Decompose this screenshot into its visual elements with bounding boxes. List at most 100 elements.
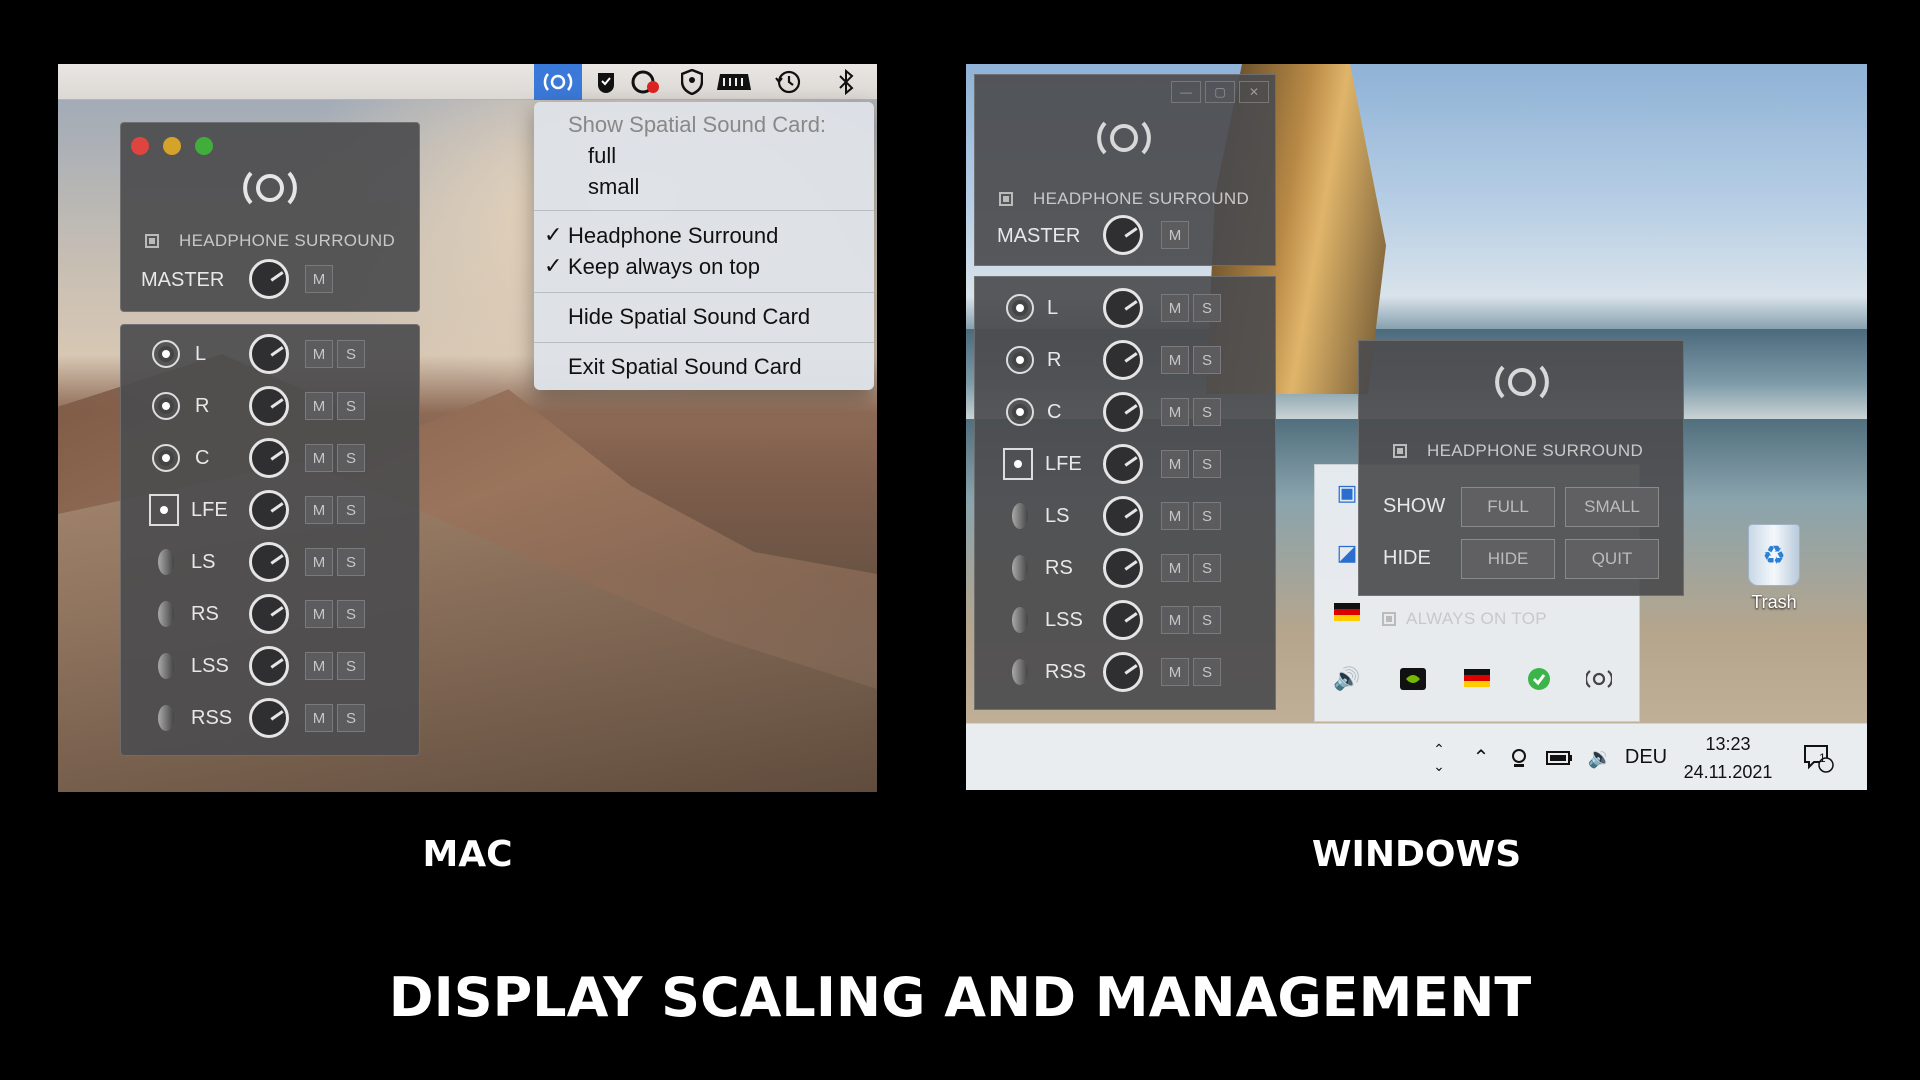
- cloud-badge-icon[interactable]: [622, 64, 670, 100]
- channel-volume-knob[interactable]: [1103, 548, 1143, 588]
- channel-volume-knob[interactable]: [249, 334, 289, 374]
- channel-volume-knob[interactable]: [249, 594, 289, 634]
- channel-solo-button[interactable]: S: [1193, 450, 1221, 478]
- speaker-side-icon: [151, 703, 181, 733]
- nvidia-icon[interactable]: [1399, 665, 1427, 693]
- quit-button[interactable]: QUIT: [1565, 539, 1659, 579]
- spatial-sound-icon[interactable]: [534, 64, 582, 100]
- channel-volume-knob[interactable]: [249, 646, 289, 686]
- channel-mute-button[interactable]: M: [1161, 398, 1189, 426]
- menu-item-full[interactable]: full: [588, 143, 616, 169]
- menu-item-hide[interactable]: Hide Spatial Sound Card: [568, 304, 810, 330]
- headphone-surround-toggle[interactable]: HEADPHONE SURROUND: [1393, 441, 1643, 461]
- master-volume-knob[interactable]: [1103, 215, 1143, 255]
- channel-mute-button[interactable]: M: [305, 652, 333, 680]
- show-hidden-icons-icon[interactable]: ⌃: [1466, 724, 1496, 790]
- channel-solo-button[interactable]: S: [337, 392, 365, 420]
- channel-mute-button[interactable]: M: [1161, 606, 1189, 634]
- clock[interactable]: 13:23 24.11.2021: [1682, 724, 1774, 790]
- channel-solo-button[interactable]: S: [337, 340, 365, 368]
- channel-solo-button[interactable]: S: [1193, 346, 1221, 374]
- channel-mute-button[interactable]: M: [1161, 346, 1189, 374]
- menu-item-headphone-surround[interactable]: Headphone Surround: [568, 223, 778, 249]
- channel-solo-button[interactable]: S: [337, 704, 365, 732]
- channel-volume-knob[interactable]: [1103, 340, 1143, 380]
- amd-flag-icon[interactable]: [1333, 599, 1361, 627]
- webcam-icon[interactable]: [1504, 724, 1534, 790]
- channel-solo-button[interactable]: S: [1193, 554, 1221, 582]
- channel-volume-knob[interactable]: [249, 490, 289, 530]
- volume-tray-icon[interactable]: 🔊: [1333, 665, 1361, 693]
- channel-mute-button[interactable]: M: [1161, 554, 1189, 582]
- channel-solo-button[interactable]: S: [1193, 502, 1221, 530]
- maximize-window-button[interactable]: ▢: [1205, 81, 1235, 103]
- notification-center-icon[interactable]: 1: [1796, 724, 1840, 790]
- channel-mute-button[interactable]: M: [1161, 294, 1189, 322]
- channel-mute-button[interactable]: M: [305, 340, 333, 368]
- channel-mute-button[interactable]: M: [305, 704, 333, 732]
- master-volume-knob[interactable]: [249, 259, 289, 299]
- channel-solo-button[interactable]: S: [337, 444, 365, 472]
- show-full-button[interactable]: FULL: [1461, 487, 1555, 527]
- volume-icon[interactable]: 🔉: [1584, 724, 1616, 790]
- channel-mute-button[interactable]: M: [1161, 658, 1189, 686]
- channel-volume-knob[interactable]: [1103, 652, 1143, 692]
- channel-mute-button[interactable]: M: [305, 444, 333, 472]
- channel-solo-button[interactable]: S: [337, 548, 365, 576]
- headphone-surround-toggle[interactable]: HEADPHONE SURROUND: [999, 189, 1249, 209]
- shield-icon[interactable]: [668, 64, 716, 100]
- channel-mute-button[interactable]: M: [305, 600, 333, 628]
- menu-item-exit[interactable]: Exit Spatial Sound Card: [568, 354, 802, 380]
- close-window-button[interactable]: ✕: [1239, 81, 1269, 103]
- network-app-icon[interactable]: ◪: [1333, 539, 1361, 567]
- channel-solo-button[interactable]: S: [337, 600, 365, 628]
- channel-volume-knob[interactable]: [249, 698, 289, 738]
- channel-mute-button[interactable]: M: [305, 548, 333, 576]
- spatial-sound-logo-icon: [1097, 121, 1151, 155]
- channel-solo-button[interactable]: S: [337, 496, 365, 524]
- master-mute-button[interactable]: M: [1161, 221, 1189, 249]
- maximize-window-button[interactable]: [195, 137, 213, 155]
- channel-volume-knob[interactable]: [249, 386, 289, 426]
- bluetooth-icon[interactable]: [822, 64, 870, 100]
- channel-solo-button[interactable]: S: [1193, 398, 1221, 426]
- headphone-surround-toggle[interactable]: HEADPHONE SURROUND: [145, 231, 395, 251]
- channel-solo-button[interactable]: S: [337, 652, 365, 680]
- input-language[interactable]: DEU: [1624, 724, 1668, 790]
- channel-mute-button[interactable]: M: [305, 392, 333, 420]
- minimize-window-button[interactable]: —: [1171, 81, 1201, 103]
- always-on-top-toggle[interactable]: ALWAYS ON TOP: [1382, 609, 1547, 629]
- channel-mute-button[interactable]: M: [305, 496, 333, 524]
- trash-desktop-icon[interactable]: ♻ Trash: [1734, 524, 1814, 613]
- taskbar: ⌃ ⌄ ⌃ 🔉 DEU 13:23 24.11.2021 1: [966, 723, 1867, 790]
- hide-button[interactable]: HIDE: [1461, 539, 1555, 579]
- master-mute-button[interactable]: M: [305, 265, 333, 293]
- channel-solo-button[interactable]: S: [1193, 606, 1221, 634]
- channel-mute-button[interactable]: M: [1161, 502, 1189, 530]
- channel-volume-knob[interactable]: [1103, 600, 1143, 640]
- battery-icon[interactable]: [1544, 724, 1576, 790]
- menu-item-small[interactable]: small: [588, 174, 639, 200]
- channel-solo-button[interactable]: S: [1193, 294, 1221, 322]
- minimize-window-button[interactable]: [163, 137, 181, 155]
- channel-mute-button[interactable]: M: [1161, 450, 1189, 478]
- channel-volume-knob[interactable]: [1103, 392, 1143, 432]
- subwoofer-icon: [149, 494, 179, 526]
- close-window-button[interactable]: [131, 137, 149, 155]
- channel-volume-knob[interactable]: [249, 438, 289, 478]
- channel-solo-button[interactable]: S: [1193, 658, 1221, 686]
- channel-volume-knob[interactable]: [1103, 288, 1143, 328]
- hardware-icon[interactable]: [710, 64, 758, 100]
- show-small-button[interactable]: SMALL: [1565, 487, 1659, 527]
- scroll-arrows-icon[interactable]: ⌃ ⌄: [1428, 724, 1450, 790]
- channel-volume-knob[interactable]: [1103, 444, 1143, 484]
- clock-history-icon[interactable]: [764, 64, 812, 100]
- monitor-icon[interactable]: ▣: [1333, 479, 1361, 507]
- security-check-icon[interactable]: [1525, 665, 1553, 693]
- spatial-sound-tray-icon[interactable]: [1585, 665, 1613, 693]
- subwoofer-icon: [1003, 448, 1033, 480]
- amd-flag-icon[interactable]: [1463, 665, 1491, 693]
- channel-volume-knob[interactable]: [1103, 496, 1143, 536]
- menu-item-keep-on-top[interactable]: Keep always on top: [568, 254, 760, 280]
- channel-volume-knob[interactable]: [249, 542, 289, 582]
